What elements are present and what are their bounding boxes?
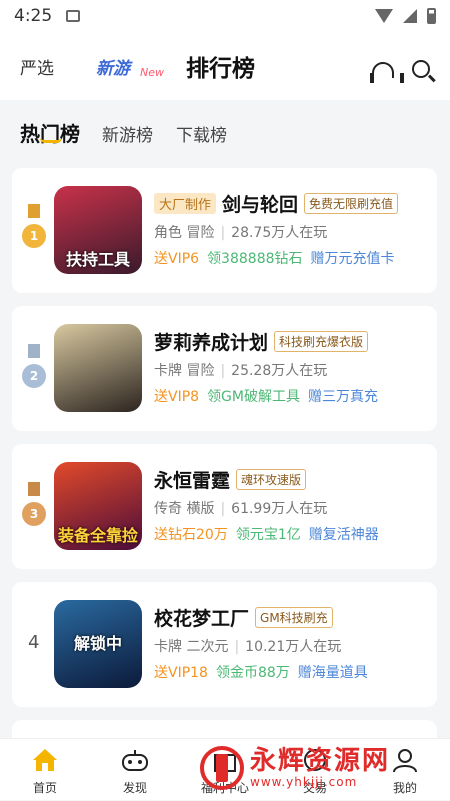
game-name[interactable]: 永恒雷霆 bbox=[154, 466, 230, 493]
active-tab-indicator bbox=[40, 138, 62, 143]
battery-icon bbox=[427, 8, 436, 24]
perk-gift: 赠万元充值卡 bbox=[310, 251, 395, 267]
players-count: 61.99万人在玩 bbox=[231, 501, 328, 517]
gamepad-icon bbox=[122, 750, 148, 771]
game-name[interactable]: 萝莉养成计划 bbox=[154, 328, 268, 355]
home-icon bbox=[33, 749, 57, 771]
perk-claim: 领元宝1亿 bbox=[235, 527, 301, 543]
game-name[interactable]: 剑与轮回 bbox=[222, 190, 298, 217]
game-genre: 卡牌 冒险 bbox=[154, 363, 215, 379]
game-genre: 传奇 横版 bbox=[154, 501, 215, 517]
nav-label: 发现 bbox=[122, 781, 147, 795]
game-tag: GM科技刷充 bbox=[255, 606, 333, 628]
perk-gift: 赠三万真充 bbox=[308, 389, 378, 405]
game-info: 校花梦工厂 GM科技刷充 卡牌 二次元 | 10.21万人在玩 送VIP18 领金币… bbox=[154, 604, 429, 682]
players-count: 10.21万人在玩 bbox=[245, 639, 342, 655]
rank-number: 4 bbox=[28, 632, 40, 653]
top-bar: 严选 新游 New 排行榜 bbox=[0, 32, 450, 100]
thumbnail-caption: 装备全靠捡 bbox=[57, 526, 138, 545]
game-tag: 科技刷充爆衣版 bbox=[274, 330, 369, 352]
game-genre: 卡牌 二次元 bbox=[154, 639, 229, 655]
nav-discover[interactable]: 发现 bbox=[105, 739, 165, 801]
tab-xinyou[interactable]: 新游 bbox=[96, 54, 130, 79]
perk-vip: 送VIP8 bbox=[154, 389, 200, 405]
players-count: 25.28万人在玩 bbox=[231, 363, 328, 379]
game-card[interactable]: 1 扶持工具 大厂制作 剑与轮回 免费无限刷充值 角色 冒险 | 28.75万人在玩… bbox=[12, 168, 437, 293]
thumbnail-caption: 解锁中 bbox=[73, 634, 122, 653]
watermark: 永辉资源网 www.yhkjjj.com bbox=[200, 740, 390, 796]
sub-tab-download[interactable]: 下载榜 bbox=[176, 121, 227, 146]
game-tag: 魂环攻速版 bbox=[236, 468, 307, 490]
game-info: 永恒雷霆 魂环攻速版 传奇 横版 | 61.99万人在玩 送钻石20万 领元宝1亿 … bbox=[154, 466, 429, 544]
game-thumbnail[interactable] bbox=[54, 324, 142, 412]
ranking-sub-tabs: 热门榜 新游榜 下载榜 bbox=[0, 100, 450, 160]
customer-service-icon[interactable] bbox=[370, 62, 404, 83]
perk-diamond: 送钻石20万 bbox=[154, 527, 228, 543]
image-notification-icon bbox=[66, 10, 81, 22]
game-name[interactable]: 校花梦工厂 bbox=[154, 604, 249, 631]
game-card[interactable]: 4 解锁中 校花梦工厂 GM科技刷充 卡牌 二次元 | 10.21万人在玩 送VIP… bbox=[12, 582, 437, 707]
rank-ribbon bbox=[28, 344, 40, 358]
game-genre: 角色 冒险 bbox=[154, 225, 215, 241]
tab-yanxuan[interactable]: 严选 bbox=[20, 54, 54, 79]
user-icon bbox=[393, 749, 417, 773]
perk-gift: 赠复活神器 bbox=[308, 527, 379, 543]
page-title[interactable]: 排行榜 bbox=[186, 49, 255, 83]
wifi-icon bbox=[375, 9, 393, 23]
game-thumbnail[interactable]: 装备全靠捡 bbox=[54, 462, 142, 550]
game-card[interactable]: 2 萝莉养成计划 科技刷充爆衣版 卡牌 冒险 | 25.28万人在玩 送VIP8 领… bbox=[12, 306, 437, 431]
perk-vip: 送VIP6 bbox=[154, 251, 200, 267]
rank-medal-bronze-icon: 3 bbox=[22, 502, 46, 526]
search-icon[interactable] bbox=[412, 60, 430, 78]
watermark-url: www.yhkjjj.com bbox=[250, 775, 358, 789]
perk-vip: 送VIP18 bbox=[154, 665, 208, 681]
rank-medal-silver-icon: 2 bbox=[22, 364, 46, 388]
studio-tag: 大厂制作 bbox=[154, 192, 217, 214]
perk-claim: 领金币88万 bbox=[215, 665, 290, 681]
sub-tab-new[interactable]: 新游榜 bbox=[102, 121, 153, 146]
nav-label: 首页 bbox=[32, 781, 57, 795]
rank-ribbon bbox=[28, 482, 40, 496]
thumbnail-caption: 扶持工具 bbox=[65, 250, 130, 269]
players-count: 28.75万人在玩 bbox=[231, 225, 328, 241]
watermark-text: 永辉资源网 bbox=[250, 746, 391, 776]
new-badge: New bbox=[140, 66, 164, 79]
game-info: 萝莉养成计划 科技刷充爆衣版 卡牌 冒险 | 25.28万人在玩 送VIP8 领GM… bbox=[154, 328, 429, 406]
game-thumbnail[interactable]: 扶持工具 bbox=[54, 186, 142, 274]
status-bar: 4:25 bbox=[0, 0, 450, 32]
perk-claim: 领388888钻石 bbox=[207, 251, 303, 267]
game-card[interactable]: 3 装备全靠捡 永恒雷霆 魂环攻速版 传奇 横版 | 61.99万人在玩 送钻石20… bbox=[12, 444, 437, 569]
nav-home[interactable]: 首页 bbox=[15, 739, 75, 801]
perk-claim: 领GM破解工具 bbox=[207, 389, 300, 405]
status-icons bbox=[375, 8, 436, 24]
game-thumbnail[interactable]: 解锁中 bbox=[54, 600, 142, 688]
game-tag: 免费无限刷充值 bbox=[304, 192, 399, 214]
status-time: 4:25 bbox=[14, 6, 53, 26]
perk-gift: 赠海量道具 bbox=[297, 665, 368, 681]
rank-ribbon bbox=[28, 204, 40, 218]
watermark-logo-icon bbox=[200, 746, 244, 790]
signal-icon bbox=[403, 9, 417, 23]
rank-medal-gold-icon: 1 bbox=[22, 224, 46, 248]
game-info: 大厂制作 剑与轮回 免费无限刷充值 角色 冒险 | 28.75万人在玩 送VIP6 … bbox=[154, 190, 429, 268]
